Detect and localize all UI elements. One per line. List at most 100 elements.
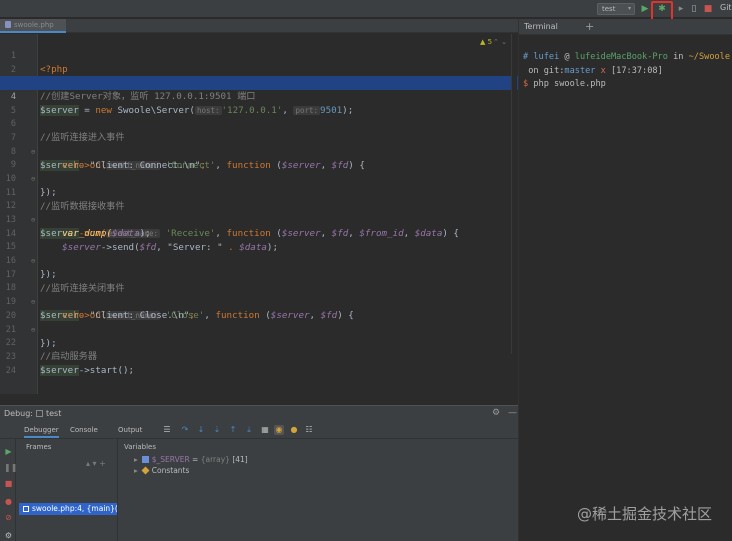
debug-header: Debug: test ⚙ — [0,406,518,422]
gear-icon[interactable]: ⚙ [492,408,500,418]
code-line: 12 ⊖ $server->on(event_name: 'Receive', … [0,185,518,239]
settings-gear-icon[interactable]: ⚙ [4,531,13,540]
debug-button-highlight [651,1,673,21]
frame-icon [23,506,29,512]
top-toolbar: test ▾ ▶ ✱ ▸ ▯ ■ Git [0,0,732,21]
code-line: 3 //创建Server对象，监听 127.0.0.1:9501 端口 [0,62,518,102]
code-line: 17 //监听连接关闭事件 [0,254,518,294]
variable-name: $_SERVER [151,455,190,464]
prompt-hash: # [523,52,529,62]
editor-tab-label: swoole.php [14,21,54,29]
variables-panel: Variables ▸ $_SERVER = {array} [41] ▸ Cons… [118,439,518,541]
variable-row[interactable]: ▸ Constants [134,466,189,475]
code-line: 23 $server->start(); [0,336,518,376]
tab-output[interactable]: Output [118,426,142,434]
code-line: 21 [0,309,518,335]
evaluate-icon[interactable]: ▦ [260,425,270,435]
terminal-line: on git:master x [17:37:08] [523,66,663,76]
terminal-panel[interactable]: Terminal + # lufei @ lufeideMacBook-Pro … [518,19,732,541]
settings-icon[interactable]: ☷ [304,425,314,435]
expand-icon[interactable]: ▸ [134,466,138,475]
prompt-host: lufeideMacBook-Pro [574,52,668,62]
run-icon[interactable]: ▶ [640,3,650,15]
frame-label: swoole.php:4, {main}() [32,504,117,513]
terminal-title[interactable]: Terminal [524,22,558,31]
prompt-in: in [667,52,689,62]
code-line: 11 //监听数据接收事件 [0,172,518,212]
frame-item-selected[interactable]: swoole.php:4, {main}() [19,503,117,515]
debug-session-tab[interactable]: test [36,409,61,418]
code-line: 2 [0,49,518,75]
constants-icon [141,466,150,475]
expand-icon[interactable]: ▸ [134,455,138,464]
editor-tab-bar: swoole.php [0,19,518,33]
coverage-icon[interactable]: ▸ [676,3,686,15]
prompt-at: @ [559,52,575,62]
code-line: 6 //监听连接进入事件 [0,103,518,143]
variable-eq: = [189,455,201,464]
variable-row[interactable]: ▸ $_SERVER = {array} [41] [134,455,248,464]
terminal-line: $ php swoole.php [523,79,606,89]
frames-label: Frames [26,443,52,451]
attach-icon[interactable]: ▯ [689,3,699,15]
code-editor[interactable]: 1 <?php 2 3 //创建Server对象，监听 127.0.0.1:95… [0,34,518,394]
step-over-icon[interactable]: ↷ [180,425,190,435]
git-label[interactable]: Git [720,3,732,12]
frames-nav-icons[interactable]: ▴ ▾ + [86,459,106,468]
prompt-time: [17:37:08] [605,66,663,76]
prompt-user: lufei [533,52,560,62]
code-line-current: 4 $server = new Swoole\Server(host: '127.… [0,76,518,116]
stop-icon[interactable]: ■ [703,3,713,15]
frames-panel: Frames ▴ ▾ + swoole.php:4, {main}() [16,439,118,541]
new-terminal-icon[interactable]: + [585,20,594,33]
code-line: 9 ⊖ }); [0,144,518,198]
tab-console[interactable]: Console [70,426,98,434]
view-breakpoints-icon[interactable]: ● [4,497,13,506]
watch-icon[interactable]: ◉ [274,425,284,435]
run-configuration-label: test [602,5,616,13]
code-line: 1 <?php [0,35,518,75]
run-configuration-select[interactable]: test ▾ [597,3,635,15]
code-call: ->start(); [78,365,135,376]
resume-icon[interactable]: ▶ [4,447,13,456]
layout-icon[interactable]: ☰ [162,425,172,435]
code-line: 8 echo "Client: Connect.\n"; [0,131,518,171]
prompt-git: git: [543,66,565,76]
force-step-into-icon[interactable]: ⇣ [212,425,222,435]
tab-debugger[interactable]: Debugger [24,426,59,438]
variable-name: Constants [151,466,190,475]
pause-icon[interactable]: ❚❚ [4,463,17,472]
stop-icon[interactable]: ■ [4,479,13,488]
editor-tab-swoole-php[interactable]: swoole.php [0,19,66,33]
watermark-text: @稀土掘金技术社区 [577,505,713,523]
debug-side-toolbar: ▶ ❚❚ ■ ● ⊘ ⚙ [0,439,17,541]
code-line: 19 echo "Client: Close.\n"; [0,281,518,321]
break-icon[interactable]: ● [289,425,299,435]
step-into-icon[interactable]: ↓ [196,425,206,435]
array-icon [141,456,149,463]
debug-tabs: Debugger Console Output ☰ ↷ ↓ ⇣ ↑ ⤓ ▦ ◉ … [0,423,518,439]
code-line: 15 ⊖ }); [0,226,518,280]
debug-title: Debug: [4,409,34,418]
warning-indicator[interactable]: ▲ 5 [480,38,492,46]
code-line: 20 ⊖ }); [0,295,518,349]
variable-type: {array} [200,455,230,464]
line-number: 24 [5,366,16,376]
code-line: 16 [0,240,518,266]
code-line: 5 [0,90,518,116]
code-line: 14 $server->send($fd, "Server: " . $data… [0,213,518,253]
step-out-icon[interactable]: ↑ [228,425,238,435]
prompt-path: ~/Swoole [688,52,731,62]
code-line: 13 var_dump($data); [0,199,518,239]
php-file-icon [5,21,11,28]
run-to-cursor-icon[interactable]: ⤓ [244,425,254,435]
prompt-dirty: x [595,66,606,76]
minimize-icon[interactable]: — [508,408,517,418]
editor-scrollbar[interactable] [511,34,517,354]
warning-count: 5 [487,38,493,46]
nav-arrows-icon[interactable]: ⌃ ⌄ [493,38,507,46]
prompt-on: on [528,66,544,76]
code-line: 10 [0,158,518,184]
mute-breakpoints-icon[interactable]: ⊘ [4,513,13,522]
code-line: 7 ⊖ $server->on(event_name: 'Connect', f… [0,117,518,171]
